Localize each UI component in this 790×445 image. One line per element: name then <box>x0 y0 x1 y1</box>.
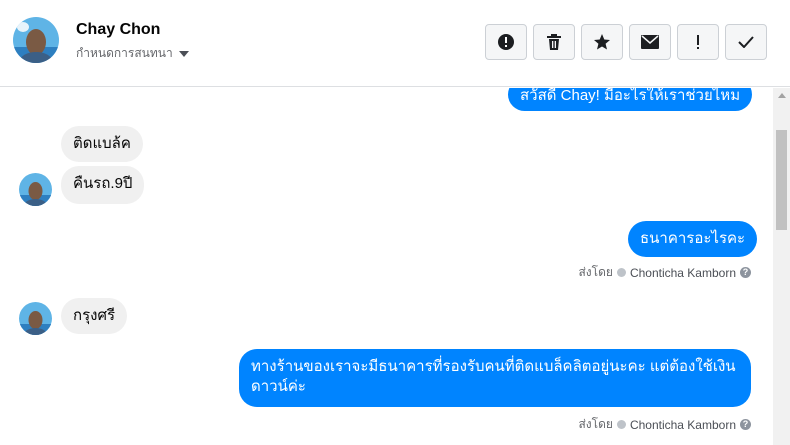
trash-icon <box>547 34 561 50</box>
delete-button[interactable] <box>533 24 575 60</box>
contact-avatar[interactable] <box>13 17 59 63</box>
message-text-line: ทางร้านของเราจะมีธนาคารที่รองรับคนที่ติด… <box>251 358 736 375</box>
check-icon <box>738 36 754 48</box>
conversation-status-dropdown[interactable]: กำหนดการสนทนา <box>76 44 189 63</box>
message-thread[interactable]: สวัสดี Chay! มีอะไรให้เราช่วยไหม ติดแบล้… <box>0 88 773 445</box>
verified-icon <box>616 268 626 277</box>
scrollbar-thumb[interactable] <box>776 130 787 230</box>
star-icon <box>594 34 610 50</box>
message-text-line: ดาวน์ค่ะ <box>251 378 306 395</box>
help-icon[interactable]: ? <box>740 419 751 430</box>
message-bubble-outgoing: ธนาคารอะไรคะ <box>628 221 758 257</box>
message-bubble-incoming: ติดแบล้ค <box>61 126 143 162</box>
exclamation-icon <box>697 35 699 49</box>
sent-by-label: ส่งโดย <box>578 265 613 279</box>
sent-by-label: ส่งโดย <box>578 417 613 431</box>
mark-unread-button[interactable] <box>629 24 671 60</box>
follow-up-button[interactable] <box>677 24 719 60</box>
message-bubble-outgoing: สวัสดี Chay! มีอะไรให้เราช่วยไหม <box>508 88 753 111</box>
message-bubble-outgoing: ทางร้านของเราจะมีธนาคารที่รองรับคนที่ติด… <box>239 349 751 407</box>
sent-by-info: ส่งโดย Chonticha Kamborn ? <box>578 263 751 282</box>
sent-by-info: ส่งโดย Chonticha Kamborn ? <box>578 415 751 434</box>
message-bubble-incoming: กรุงศรี <box>61 298 128 334</box>
conversation-header: Chay Chon กำหนดการสนทนา <box>0 0 790 87</box>
conversation-toolbar <box>485 24 767 60</box>
contact-avatar-small <box>19 302 52 335</box>
verified-icon <box>616 420 626 429</box>
star-button[interactable] <box>581 24 623 60</box>
help-icon[interactable]: ? <box>740 267 751 278</box>
conversation-status-label: กำหนดการสนทนา <box>76 46 173 60</box>
mark-done-button[interactable] <box>725 24 767 60</box>
contact-avatar-small <box>19 173 52 206</box>
caret-down-icon <box>178 50 189 57</box>
envelope-icon <box>641 35 659 49</box>
scrollbar[interactable] <box>773 88 790 445</box>
message-bubble-incoming: คืนรถ.9ปี <box>61 166 145 204</box>
alert-circle-icon <box>498 34 514 50</box>
contact-name[interactable]: Chay Chon <box>76 21 160 39</box>
mark-spam-button[interactable] <box>485 24 527 60</box>
sent-by-agent[interactable]: Chonticha Kamborn <box>630 418 736 432</box>
scroll-up-arrow-icon[interactable] <box>778 93 786 98</box>
sent-by-agent[interactable]: Chonticha Kamborn <box>630 266 736 280</box>
